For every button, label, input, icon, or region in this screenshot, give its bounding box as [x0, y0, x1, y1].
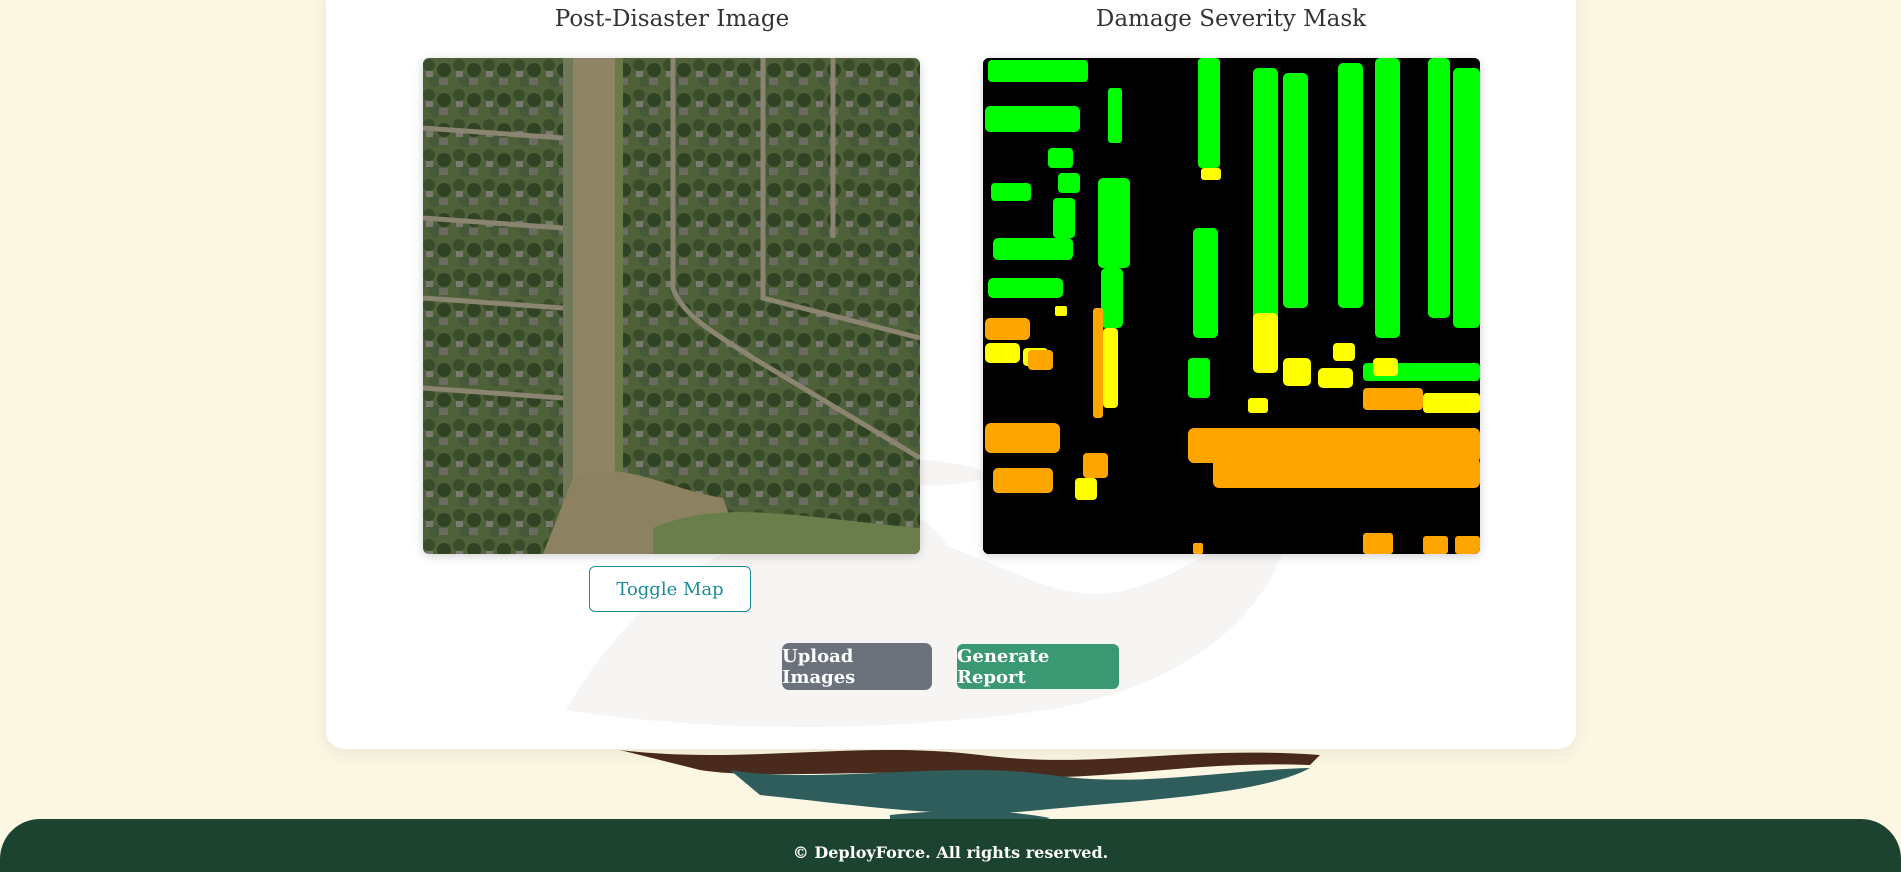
footer-copyright: © DeployForce. All rights reserved.: [792, 843, 1109, 862]
footer: © DeployForce. All rights reserved.: [0, 819, 1901, 872]
damage-severity-mask: [983, 58, 1480, 554]
upload-images-button[interactable]: Upload Images: [782, 643, 932, 690]
page: Post-Disaster Image Damage Severity Mask: [0, 0, 1901, 872]
main-card: Post-Disaster Image Damage Severity Mask: [326, 0, 1576, 749]
wave-decoration: [620, 750, 1320, 827]
damage-mask-title: Damage Severity Mask: [1095, 6, 1367, 32]
toggle-map-button[interactable]: Toggle Map: [589, 566, 751, 612]
post-disaster-image: [423, 58, 920, 554]
post-disaster-title: Post-Disaster Image: [554, 6, 790, 32]
generate-report-button[interactable]: Generate Report: [957, 644, 1119, 689]
